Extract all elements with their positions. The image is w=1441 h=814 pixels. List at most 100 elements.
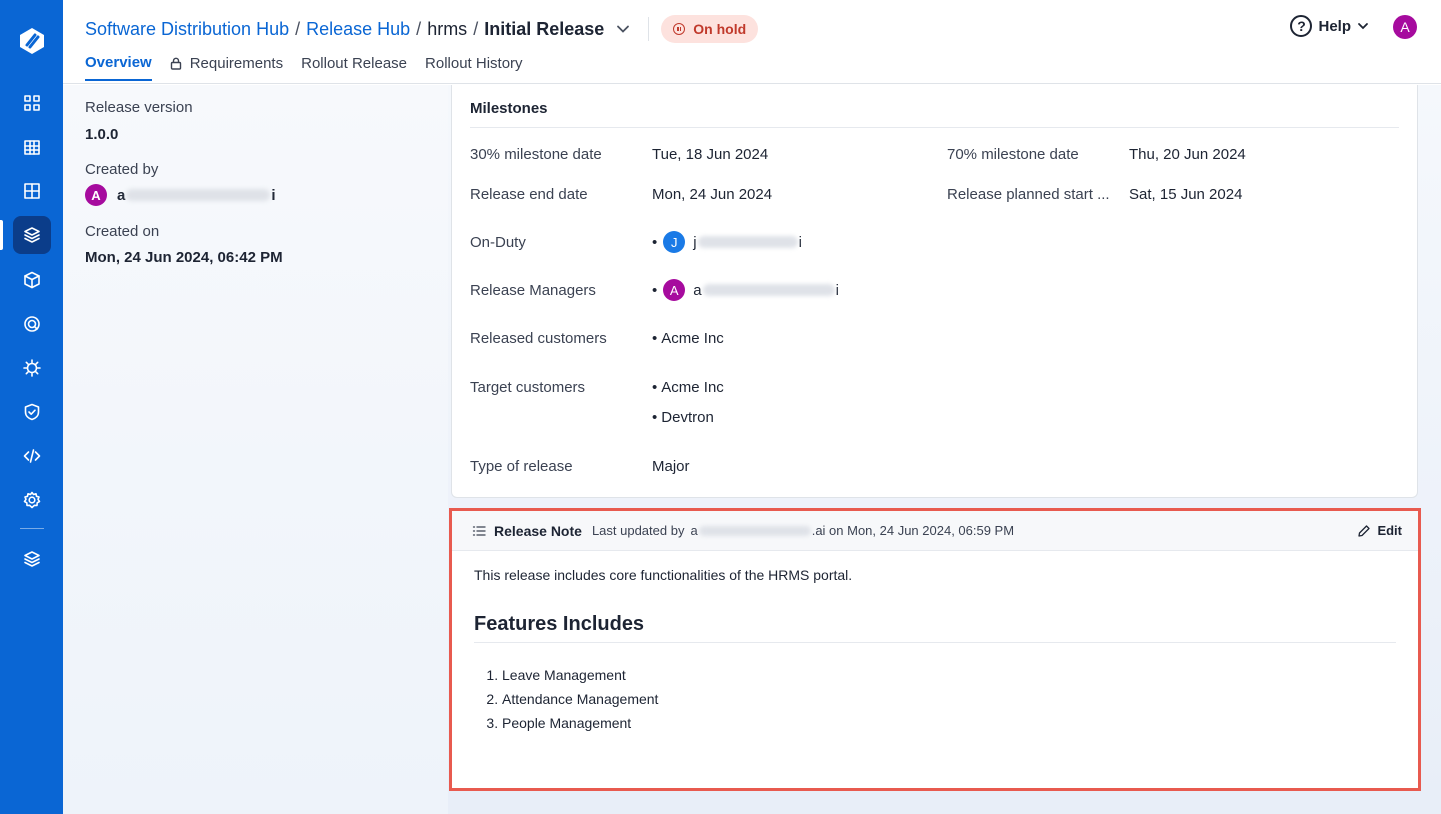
app-groups-icon[interactable] xyxy=(13,128,51,166)
release-end-value: Mon, 24 Jun 2024 xyxy=(652,186,773,203)
tab-rollout-history[interactable]: Rollout History xyxy=(425,54,523,81)
devtron-logo-icon[interactable] xyxy=(13,22,51,60)
tab-bar: Overview Requirements Rollout Release Ro… xyxy=(85,54,541,81)
milestone-30-label: 30% milestone date xyxy=(470,146,602,163)
apps-grid-icon[interactable] xyxy=(13,84,51,122)
list-item: People Management xyxy=(502,711,1396,735)
stack-layers-icon[interactable] xyxy=(13,540,51,578)
last-updated-label: Last updated by xyxy=(591,523,685,538)
tab-overview[interactable]: Overview xyxy=(85,54,152,81)
released-customer-item: • Acme Inc xyxy=(652,330,724,347)
customer-name: Acme Inc xyxy=(661,330,724,347)
release-note-body: This release includes core functionaliti… xyxy=(474,567,1396,735)
redacted-text xyxy=(126,189,271,201)
milestone-30-value: Tue, 18 Jun 2024 xyxy=(652,146,769,163)
pause-icon xyxy=(673,23,686,35)
edit-button[interactable]: Edit xyxy=(1357,523,1402,538)
help-menu-button[interactable]: ? Help xyxy=(1290,15,1369,37)
release-note-paragraph: This release includes core functionaliti… xyxy=(474,567,853,583)
software-distribution-hub-icon[interactable] xyxy=(13,216,51,254)
breadcrumb: Software Distribution Hub / Release Hub … xyxy=(85,15,759,43)
release-note-title: Release Note xyxy=(494,522,582,539)
code-icon[interactable] xyxy=(13,437,51,475)
bullet: • xyxy=(652,281,658,299)
tab-label: Overview xyxy=(85,54,152,71)
on-duty-user: • J j i xyxy=(652,231,802,253)
last-updated-user-start: a xyxy=(690,523,698,538)
chevron-down-icon[interactable] xyxy=(616,22,630,36)
bug-settings-icon[interactable] xyxy=(13,349,51,387)
header-divider xyxy=(648,17,650,41)
edit-label: Edit xyxy=(1377,523,1402,538)
release-note-heading: Features Includes xyxy=(474,613,1396,643)
package-icon[interactable] xyxy=(13,261,51,299)
breadcrumb-root-link[interactable]: Software Distribution Hub xyxy=(85,19,289,40)
page-header: Software Distribution Hub / Release Hub … xyxy=(63,0,1441,84)
tab-label: Rollout History xyxy=(425,55,523,72)
release-type-value: Major xyxy=(652,458,690,475)
redacted-text xyxy=(698,525,811,536)
list-item: Leave Management xyxy=(502,663,1396,687)
customer-name: Devtron xyxy=(661,409,714,426)
user-avatar[interactable]: A xyxy=(1393,15,1417,39)
active-indicator xyxy=(0,220,3,250)
release-manager-user: • A a i xyxy=(652,279,839,301)
avatar: A xyxy=(85,184,107,206)
bullet: • xyxy=(652,233,658,251)
user-email-end: i xyxy=(271,186,276,204)
tab-label: Requirements xyxy=(189,55,284,72)
planned-start-value: Sat, 15 Jun 2024 xyxy=(1129,186,1243,203)
target-customers-label: Target customers xyxy=(470,379,586,396)
status-label: On hold xyxy=(693,21,747,37)
created-by-label: Created by xyxy=(85,161,159,178)
gear-icon[interactable] xyxy=(13,481,51,519)
chevron-down-icon xyxy=(1358,23,1368,30)
planned-start-label: Release planned start ... xyxy=(947,186,1110,203)
pencil-icon xyxy=(1358,524,1371,537)
breadcrumb-hub-link[interactable]: Release Hub xyxy=(306,19,410,40)
on-duty-label: On-Duty xyxy=(470,234,526,251)
tab-requirements[interactable]: Requirements xyxy=(170,54,283,81)
tab-label: Rollout Release xyxy=(301,55,408,72)
shield-check-icon[interactable] xyxy=(13,393,51,431)
tab-rollout-release[interactable]: Rollout Release xyxy=(301,54,407,81)
resource-browser-icon[interactable] xyxy=(13,172,51,210)
list-item: Attendance Management xyxy=(502,687,1396,711)
avatar: J xyxy=(663,231,686,253)
main-content: Release version 1.0.0 Created by A a i C… xyxy=(63,85,1441,814)
last-updated-info: .ai on Mon, 24 Jun 2024, 06:59 PM xyxy=(811,523,1015,538)
status-badge[interactable]: On hold xyxy=(661,15,759,43)
release-details-panel: Release version 1.0.0 Created by A a i C… xyxy=(63,85,448,814)
released-customers-label: Released customers xyxy=(470,330,607,347)
release-version-label: Release version xyxy=(85,99,193,116)
user-email-end: i xyxy=(835,281,839,299)
release-note-header: Release Note Last updated by a .ai on Mo… xyxy=(452,511,1418,551)
milestone-70-value: Thu, 20 Jun 2024 xyxy=(1129,146,1246,163)
user-email-start: j xyxy=(693,233,697,251)
release-end-label: Release end date xyxy=(470,186,588,203)
breadcrumb-current: Initial Release xyxy=(484,18,605,39)
milestones-card: Milestones 30% milestone date Tue, 18 Ju… xyxy=(451,85,1418,498)
user-email-start: a xyxy=(117,186,126,204)
security-scan-icon[interactable] xyxy=(13,305,51,343)
user-email-end: i xyxy=(798,233,802,251)
created-on-label: Created on xyxy=(85,223,160,240)
breadcrumb-separator: / xyxy=(473,18,479,39)
divider xyxy=(470,127,1399,128)
milestone-70-label: 70% milestone date xyxy=(947,146,1079,163)
breadcrumb-separator: / xyxy=(416,18,422,39)
release-version-value: 1.0.0 xyxy=(85,126,119,143)
breadcrumb-app: hrms xyxy=(427,18,468,39)
release-note-panel: Release Note Last updated by a .ai on Mo… xyxy=(449,508,1421,791)
redacted-text xyxy=(702,284,835,296)
sidebar xyxy=(0,0,63,814)
target-customer-item: • Acme Inc xyxy=(652,379,724,396)
lock-icon xyxy=(170,57,181,70)
help-icon: ? xyxy=(1290,15,1313,37)
milestones-title: Milestones xyxy=(470,100,548,117)
avatar: A xyxy=(663,279,686,301)
release-type-label: Type of release xyxy=(470,458,573,475)
created-by-user: A a i xyxy=(85,184,276,206)
help-label: Help xyxy=(1318,17,1351,35)
customer-name: Acme Inc xyxy=(661,379,724,396)
